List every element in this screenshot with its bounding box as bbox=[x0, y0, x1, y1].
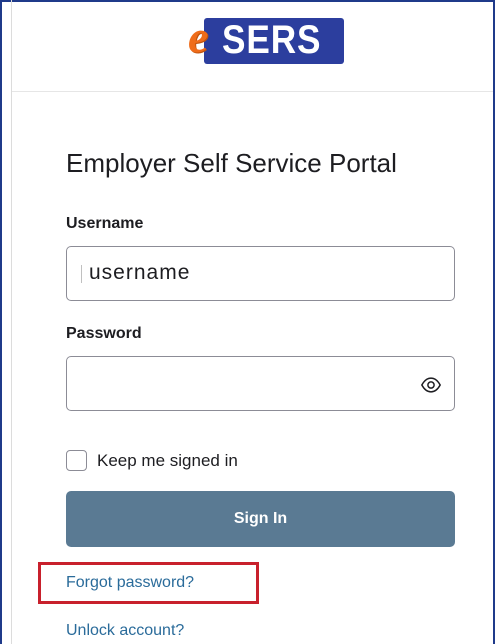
text-caret bbox=[81, 265, 82, 283]
esers-logo: e SERS bbox=[188, 12, 348, 66]
logo-e-letter: e bbox=[188, 11, 209, 62]
keep-signed-in-label[interactable]: Keep me signed in bbox=[97, 451, 238, 471]
login-window bbox=[0, 0, 495, 644]
highlight-box bbox=[38, 562, 259, 604]
username-field[interactable]: username bbox=[66, 246, 455, 301]
unlock-account-link[interactable]: Unlock account? bbox=[66, 622, 184, 640]
header: e SERS bbox=[12, 0, 493, 92]
sign-in-button[interactable]: Sign In bbox=[66, 491, 455, 547]
page-edge-divider bbox=[11, 0, 12, 644]
logo-box-text: SERS bbox=[222, 18, 322, 62]
password-label: Password bbox=[66, 325, 142, 342]
password-field[interactable] bbox=[66, 356, 455, 411]
keep-signed-in-checkbox[interactable] bbox=[66, 450, 87, 471]
eye-icon[interactable] bbox=[420, 374, 442, 396]
username-label: Username bbox=[66, 215, 144, 232]
username-value: username bbox=[89, 261, 191, 284]
page-title: Employer Self Service Portal bbox=[66, 148, 397, 178]
